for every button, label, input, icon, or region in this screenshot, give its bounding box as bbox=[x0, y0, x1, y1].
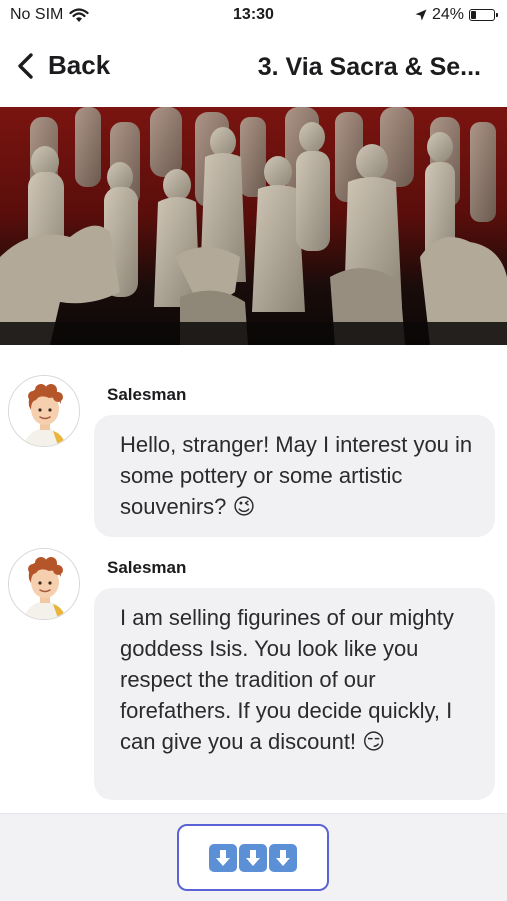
figurines-photo bbox=[0, 107, 507, 345]
page-title: 3. Via Sacra & Se... bbox=[257, 53, 481, 81]
battery-fill bbox=[471, 11, 476, 19]
bottom-bar: ⬇⬇⬇ bbox=[0, 813, 507, 901]
status-right: 24% bbox=[415, 6, 498, 24]
back-label: Back bbox=[48, 50, 111, 80]
battery-tip bbox=[496, 13, 498, 17]
status-bar: No SIM 13:30 24% bbox=[0, 0, 507, 32]
battery-icon bbox=[469, 9, 498, 21]
sender-name: Salesman bbox=[107, 385, 187, 404]
avatar bbox=[8, 375, 80, 447]
continue-button[interactable]: ⬇⬇⬇ bbox=[177, 824, 329, 891]
avatar bbox=[8, 548, 80, 620]
down-arrow-icon bbox=[269, 843, 297, 872]
down-arrow-icon bbox=[239, 843, 267, 872]
sender-name: Salesman bbox=[107, 558, 187, 577]
location-arrow-icon bbox=[415, 9, 427, 21]
salesman-avatar-icon bbox=[9, 549, 79, 619]
back-button[interactable]: Back bbox=[16, 50, 110, 81]
navigation-bar: Back 3. Via Sacra & Se... bbox=[0, 36, 507, 102]
chevron-left-icon bbox=[18, 52, 33, 79]
battery-percent: 24% bbox=[431, 6, 464, 23]
message-bubble: Hello, stranger! May I interest you in s… bbox=[94, 415, 495, 537]
hero-image bbox=[0, 107, 507, 345]
salesman-avatar-icon bbox=[9, 376, 79, 446]
chat-thread[interactable]: Salesman Hello, stranger! May I interest… bbox=[0, 345, 507, 813]
down-arrow-icon bbox=[209, 843, 237, 872]
message-bubble: I am selling figurines of our mighty god… bbox=[94, 588, 495, 800]
